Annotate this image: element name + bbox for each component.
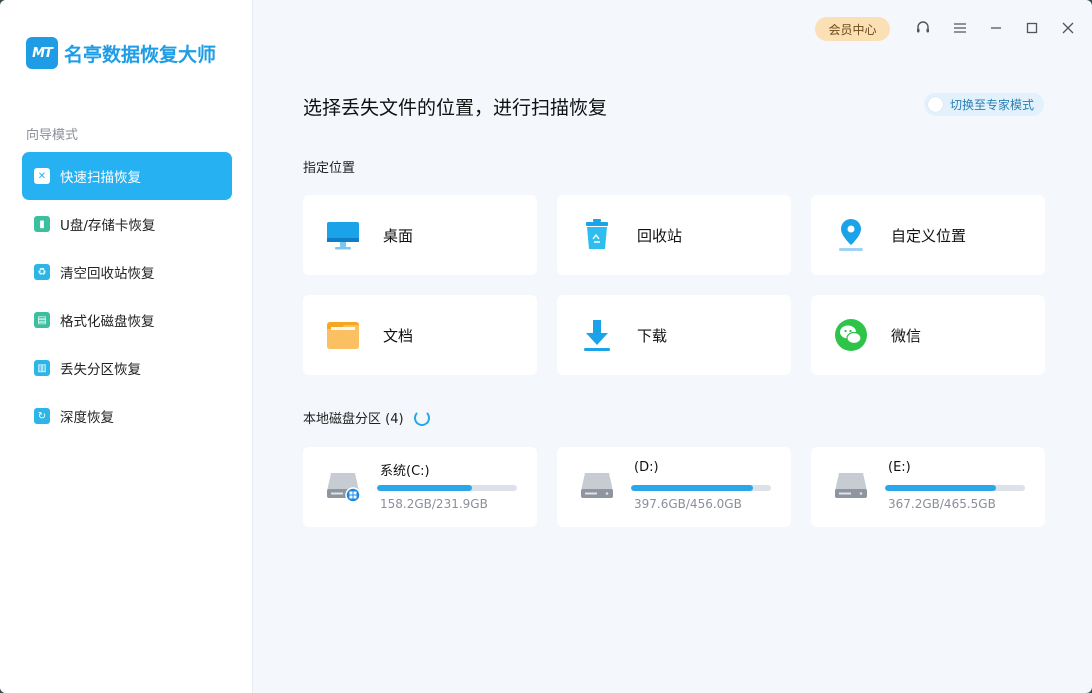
location-label: 桌面	[383, 226, 414, 245]
sidebar-item-quick-scan[interactable]: ✕ 快速扫描恢复	[22, 152, 232, 200]
sidebar-item-label: 深度恢复	[60, 410, 114, 426]
lost-partition-icon: ▥	[34, 360, 50, 376]
location-card-custom[interactable]: 自定义位置	[811, 195, 1045, 275]
wechat-icon	[833, 317, 869, 353]
recycle-bin-icon: ♻	[34, 264, 50, 280]
disk-card-d[interactable]: (D:) 397.6GB/456.0GB	[557, 447, 791, 527]
sidebar-item-deep-recovery[interactable]: ↻ 深度恢复	[22, 392, 232, 440]
download-icon	[579, 317, 615, 353]
hard-disk-icon	[579, 467, 615, 503]
disk-usage-fill	[885, 485, 996, 491]
hard-disk-icon	[833, 467, 869, 503]
sidebar: MT 名亭数据恢复大师 向导模式 ✕ 快速扫描恢复 ▮ U盘/存储卡恢复 ♻ 清…	[0, 0, 253, 693]
headset-icon[interactable]	[914, 19, 932, 37]
quick-scan-icon: ✕	[34, 168, 50, 184]
app-name: 名亭数据恢复大师	[64, 43, 217, 66]
sidebar-item-label: 快速扫描恢复	[60, 170, 141, 186]
expert-mode-label: 切换至专家模式	[950, 98, 1035, 112]
disks-section: 本地磁盘分区 (4)	[303, 408, 430, 427]
location-label: 文档	[383, 326, 414, 345]
location-card-downloads[interactable]: 下载	[557, 295, 791, 375]
disk-size: 367.2GB/465.5GB	[888, 497, 996, 511]
disk-usage-fill	[377, 485, 473, 491]
refresh-icon[interactable]	[413, 409, 430, 426]
disk-usage-fill	[631, 485, 753, 491]
location-card-desktop[interactable]: 桌面	[303, 195, 537, 275]
disk-name: (E:)	[888, 460, 911, 475]
menu-icon[interactable]	[951, 19, 969, 37]
disk-card-e[interactable]: (E:) 367.2GB/465.5GB	[811, 447, 1045, 527]
sidebar-item-format-disk[interactable]: ▤ 格式化磁盘恢复	[22, 296, 232, 344]
disk-usage-bar	[631, 485, 771, 491]
minimize-icon[interactable]	[987, 19, 1005, 37]
location-card-documents[interactable]: 文档	[303, 295, 537, 375]
sidebar-section-label: 向导模式	[26, 128, 79, 143]
disks-title: 本地磁盘分区 (4)	[303, 412, 404, 427]
disk-usage-bar	[377, 485, 517, 491]
page-title: 选择丢失文件的位置，进行扫描恢复	[303, 97, 608, 119]
disk-card-c[interactable]: 系统(C:) 158.2GB/231.9GB	[303, 447, 537, 527]
usb-card-icon: ▮	[34, 216, 50, 232]
folder-icon	[325, 317, 361, 353]
sidebar-item-label: 格式化磁盘恢复	[60, 314, 155, 330]
sidebar-item-label: U盘/存储卡恢复	[60, 218, 156, 234]
disk-name: (D:)	[634, 460, 659, 475]
sidebar-item-label: 清空回收站恢复	[60, 266, 155, 282]
sidebar-item-recycle-bin[interactable]: ♻ 清空回收站恢复	[22, 248, 232, 296]
desktop-icon	[325, 217, 361, 253]
locations-title: 指定位置	[303, 161, 356, 176]
format-disk-icon: ▤	[34, 312, 50, 328]
vip-center-button[interactable]: 会员中心	[815, 17, 890, 41]
location-label: 回收站	[637, 226, 683, 245]
location-card-wechat[interactable]: 微信	[811, 295, 1045, 375]
disk-name: 系统(C:)	[380, 464, 430, 479]
disk-size: 397.6GB/456.0GB	[634, 497, 742, 511]
deep-recovery-icon: ↻	[34, 408, 50, 424]
app-window: MT 名亭数据恢复大师 向导模式 ✕ 快速扫描恢复 ▮ U盘/存储卡恢复 ♻ 清…	[0, 0, 1092, 693]
expert-mode-toggle[interactable]: 切换至专家模式	[924, 93, 1044, 116]
brand: MT 名亭数据恢复大师	[26, 37, 216, 69]
sidebar-item-usb-card[interactable]: ▮ U盘/存储卡恢复	[22, 200, 232, 248]
sidebar-nav: ✕ 快速扫描恢复 ▮ U盘/存储卡恢复 ♻ 清空回收站恢复 ▤ 格式化磁盘恢复 …	[22, 152, 232, 440]
location-pin-icon	[833, 217, 869, 253]
maximize-icon[interactable]	[1023, 19, 1041, 37]
location-label: 下载	[637, 326, 668, 345]
location-label: 自定义位置	[891, 226, 967, 245]
close-icon[interactable]	[1059, 19, 1077, 37]
sidebar-item-lost-partition[interactable]: ▥ 丢失分区恢复	[22, 344, 232, 392]
hard-disk-icon	[325, 467, 361, 503]
sidebar-item-label: 丢失分区恢复	[60, 362, 141, 378]
location-label: 微信	[891, 326, 922, 345]
disk-size: 158.2GB/231.9GB	[380, 497, 488, 511]
toggle-knob	[928, 97, 943, 112]
trash-icon	[579, 217, 615, 253]
disk-usage-bar	[885, 485, 1025, 491]
app-logo: MT	[26, 37, 58, 69]
location-card-recycle-bin[interactable]: 回收站	[557, 195, 791, 275]
